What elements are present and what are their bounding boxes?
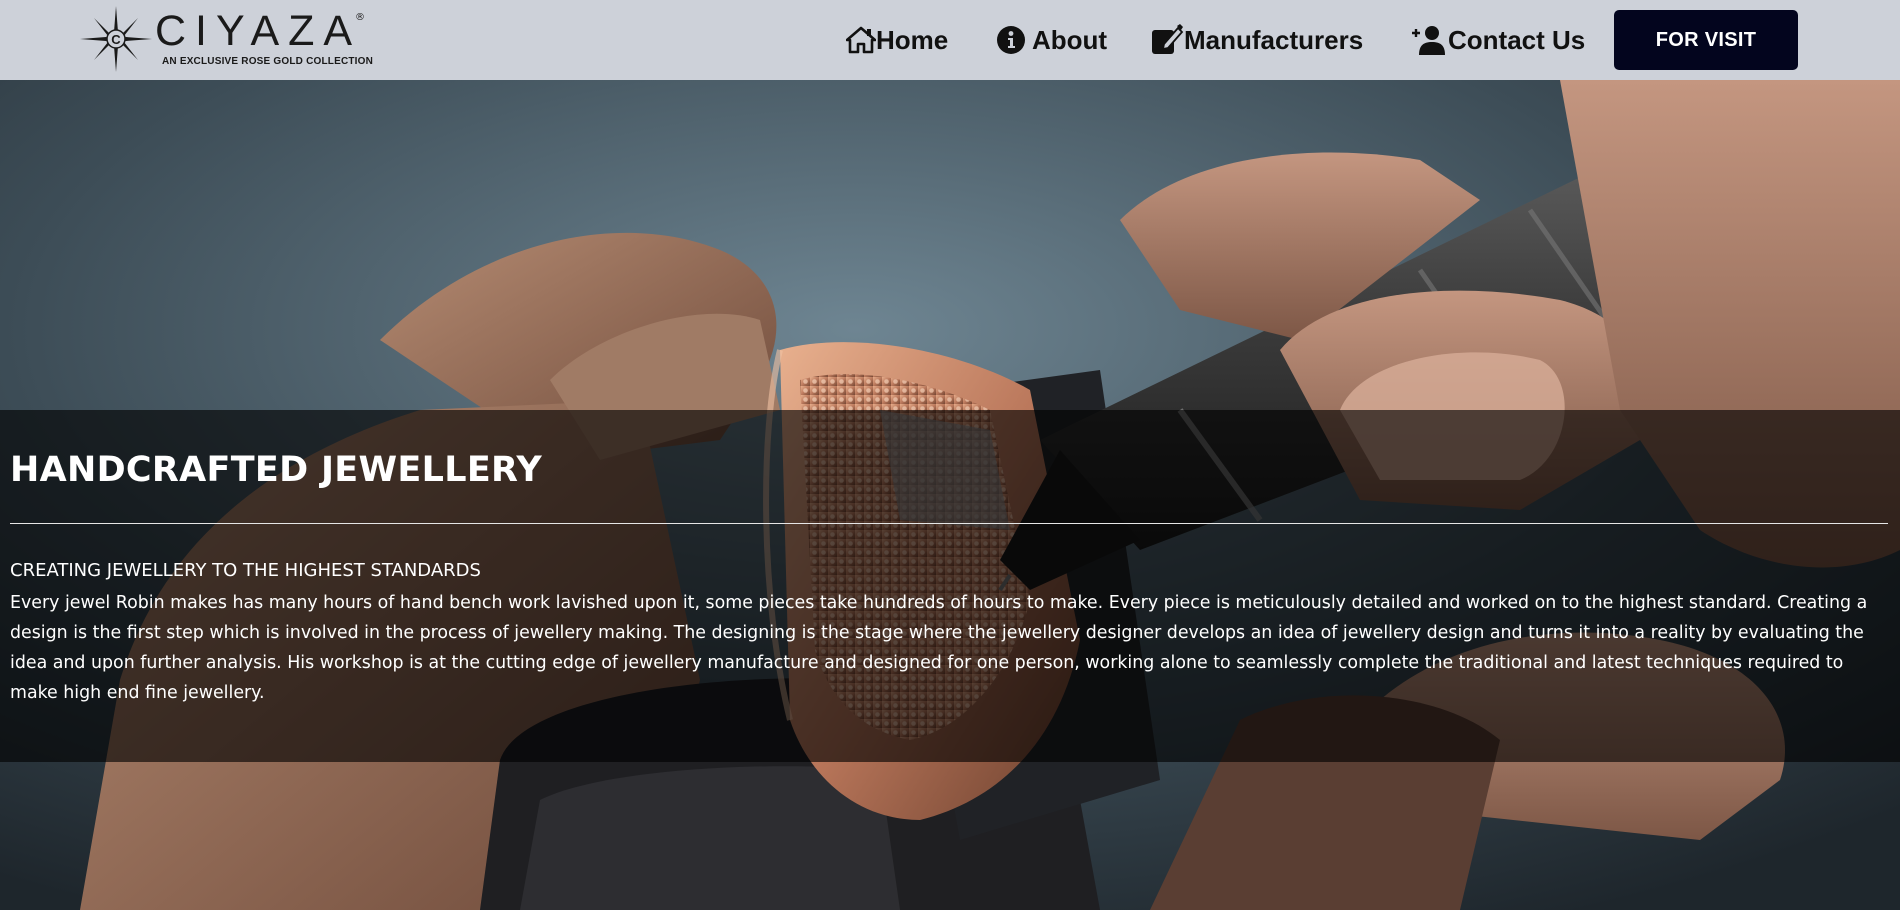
nav-label-about: About	[1032, 24, 1108, 55]
registered-mark: ®	[355, 12, 365, 23]
user-plus-icon	[1412, 26, 1445, 55]
nav-label-manufacturers: Manufacturers	[1184, 24, 1364, 55]
hero-section: HANDCRAFTED JEWELLERY CREATING JEWELLERY…	[0, 80, 1900, 910]
nav-item-contact[interactable]: Contact Us	[1410, 22, 1585, 58]
hero-heading: HANDCRAFTED JEWELLERY	[10, 450, 543, 490]
svg-text:C: C	[111, 32, 121, 47]
compass-star-icon: C	[80, 6, 152, 72]
nav-item-manufacturers[interactable]: Manufacturers	[1150, 22, 1363, 58]
hero-body-text: Every jewel Robin makes has many hours o…	[10, 593, 1868, 703]
nav-label-home: Home	[876, 24, 949, 55]
hero-subheading: CREATING JEWELLERY TO THE HIGHEST STANDA…	[10, 560, 481, 581]
nav-item-home[interactable]: Home	[846, 22, 948, 58]
hero-text-overlay: HANDCRAFTED JEWELLERY CREATING JEWELLERY…	[0, 410, 1900, 762]
brand-wordmark: CIYAZA	[155, 7, 362, 55]
brand-logo[interactable]: C CIYAZA ® AN EXCLUSIVE ROSE GOLD COLLEC…	[80, 6, 374, 72]
edit-pen-icon	[1152, 24, 1184, 54]
site-header: C CIYAZA ® AN EXCLUSIVE ROSE GOLD COLLEC…	[0, 0, 1900, 80]
for-visit-button[interactable]: FOR VISIT	[1614, 10, 1798, 70]
nav-item-about[interactable]: About	[996, 22, 1107, 58]
nav-label-contact: Contact Us	[1448, 24, 1586, 55]
brand-tagline: AN EXCLUSIVE ROSE GOLD COLLECTION	[162, 56, 374, 67]
home-icon	[846, 26, 876, 54]
hero-divider	[10, 523, 1888, 524]
info-circle-icon	[997, 26, 1025, 54]
